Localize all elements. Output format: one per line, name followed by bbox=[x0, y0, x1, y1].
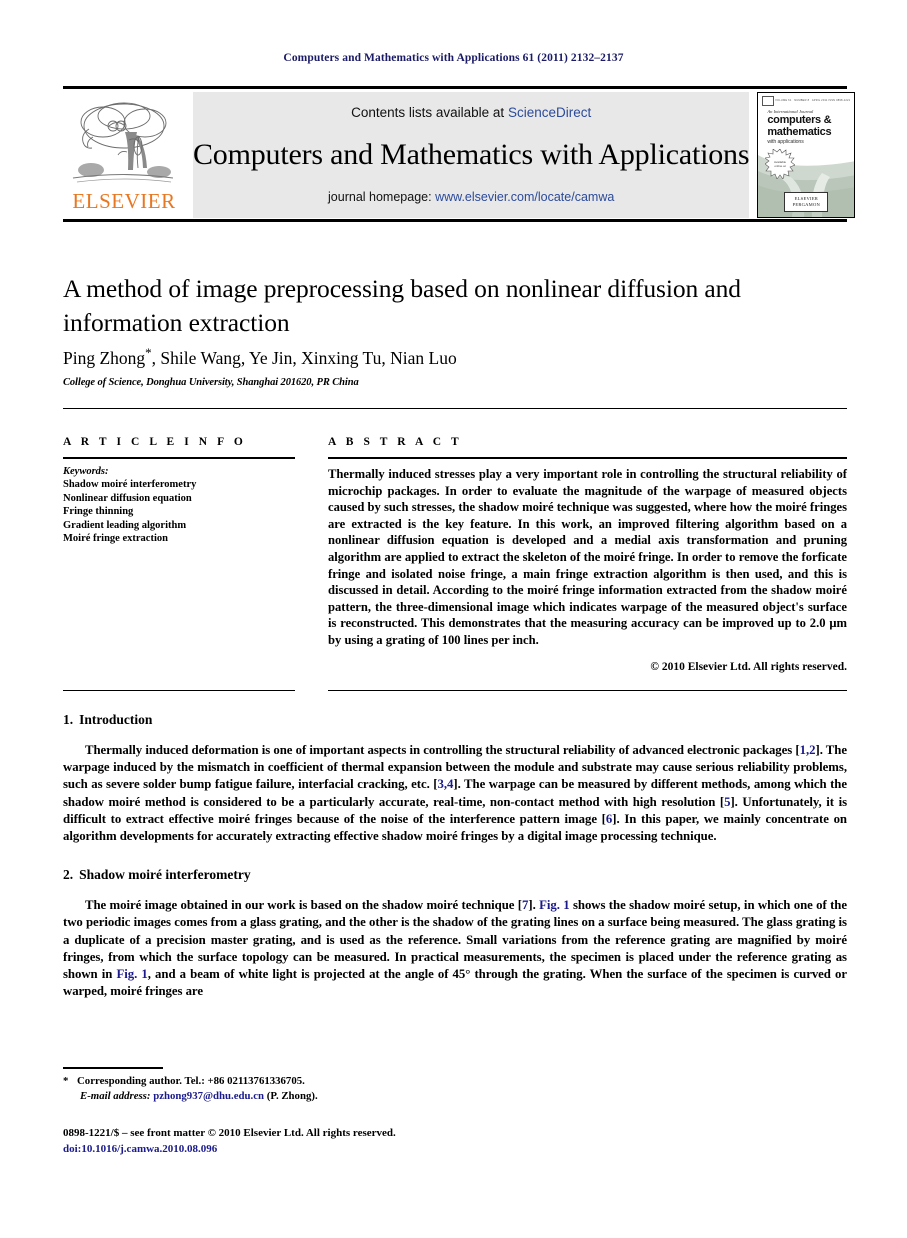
section-heading-1: 1. Introduction bbox=[63, 712, 847, 728]
keyword-item: Nonlinear diffusion equation bbox=[63, 492, 192, 504]
cover-imprint-line2: PERGAMON bbox=[792, 202, 821, 207]
contents-line: Contents lists available at ScienceDirec… bbox=[351, 105, 591, 120]
section-title: Shadow moiré interferometry bbox=[79, 867, 251, 883]
body-content: 1. Introduction Thermally induced deforma… bbox=[63, 712, 847, 1022]
sciencedirect-link[interactable]: ScienceDirect bbox=[508, 105, 591, 120]
citation-link[interactable]: 3,4 bbox=[438, 777, 454, 791]
cover-title-line1: computers & bbox=[767, 114, 832, 126]
paragraph: Thermally induced deformation is one of … bbox=[63, 742, 847, 845]
page-title: A method of image preprocessing based on… bbox=[63, 274, 741, 337]
article-info-rule bbox=[63, 457, 295, 459]
running-head: Computers and Mathematics with Applicati… bbox=[283, 52, 624, 64]
front-matter-line: 0898-1221/$ – see front matter © 2010 El… bbox=[63, 1127, 396, 1139]
journal-cover-thumbnail[interactable]: VOLUME 61 NUMBER 8 APRIL 2011 ISSN 0898-… bbox=[757, 92, 856, 218]
citation-link[interactable]: 1,2 bbox=[800, 743, 816, 757]
elsevier-tree-icon bbox=[72, 102, 174, 183]
cover-title-line2: mathematics bbox=[767, 126, 832, 138]
author-list: Ping Zhong*, Shile Wang, Ye Jin, Xinxing… bbox=[63, 346, 823, 369]
paragraph-text: ]. bbox=[528, 898, 540, 913]
svg-text:online at: online at bbox=[775, 164, 787, 168]
abstract-bottom-divider bbox=[328, 690, 847, 691]
doi-line[interactable]: doi:10.1016/j.camwa.2010.08.096 bbox=[63, 1142, 663, 1158]
imprint-block: 0898-1221/$ – see front matter © 2010 El… bbox=[63, 1126, 663, 1157]
elsevier-wordmark: ELSEVIER bbox=[72, 189, 176, 213]
article-info-column: A R T I C L E I N F O Keywords: Shadow m… bbox=[63, 436, 295, 546]
keyword-item: Gradient leading algorithm bbox=[63, 519, 187, 531]
journal-masthead: ELSEVIER Contents lists available at Sci… bbox=[63, 86, 856, 222]
affiliation: College of Science, Donghua University, … bbox=[63, 377, 359, 388]
abstract-column: A B S T R A C T Thermally induced stress… bbox=[328, 436, 847, 673]
email-link[interactable]: pzhong937@dhu.edu.cn bbox=[153, 1090, 264, 1102]
cover-issn-text: ISSN 0898-1221 bbox=[828, 99, 851, 102]
paragraph: The moiré image obtained in our work is … bbox=[63, 897, 847, 1000]
keyword-item: Shadow moiré interferometry bbox=[63, 479, 197, 490]
section-number: 2. bbox=[63, 867, 74, 883]
email-label: E-mail address: bbox=[80, 1090, 151, 1102]
abstract-copyright: © 2010 Elsevier Ltd. All rights reserved… bbox=[650, 660, 847, 673]
email-suffix: (P. Zhong). bbox=[266, 1090, 318, 1102]
homepage-prefix: journal homepage: bbox=[328, 190, 436, 204]
section-heading-2: 2. Shadow moiré interferometry bbox=[63, 867, 847, 883]
keyword-item: Moiré fringe extraction bbox=[63, 533, 168, 544]
elsevier-logo: ELSEVIER bbox=[63, 92, 185, 218]
article-info-bottom-divider bbox=[63, 690, 295, 691]
paper-page: Computers and Mathematics with Applicati… bbox=[0, 0, 907, 1238]
footnote-corresponding: * Corresponding author. Tel.: +86 0211376… bbox=[63, 1074, 563, 1089]
abstract-rule bbox=[328, 457, 847, 459]
citation-link[interactable]: Fig. 1 bbox=[116, 967, 147, 981]
journal-title: Computers and Mathematics with Applicati… bbox=[193, 138, 750, 171]
paragraph-text: Thermally induced deformation is one of … bbox=[85, 743, 800, 757]
footnote-corresponding-text: Corresponding author. Tel.: +86 02113761… bbox=[77, 1075, 305, 1087]
journal-homepage-link[interactable]: www.elsevier.com/locate/camwa bbox=[435, 190, 614, 204]
citation-link[interactable]: Fig. 1 bbox=[539, 898, 570, 912]
cover-starburst-badge: Available online at bbox=[765, 149, 796, 179]
abstract-heading: A B S T R A C T bbox=[328, 436, 463, 448]
footnote-email: E-mail address: pzhong937@dhu.edu.cn (P.… bbox=[63, 1089, 563, 1104]
footnote-block: * Corresponding author. Tel.: +86 0211376… bbox=[63, 1074, 563, 1104]
article-info-heading: A R T I C L E I N F O bbox=[63, 436, 247, 448]
keywords-heading: Keywords: bbox=[63, 466, 109, 477]
keyword-item: Fringe thinning bbox=[63, 506, 134, 517]
contents-prefix: Contents lists available at bbox=[351, 105, 508, 120]
authors-rest: , Shile Wang, Ye Jin, Xinxing Tu, Nian L… bbox=[151, 348, 457, 368]
footnote-divider bbox=[63, 1067, 163, 1069]
section-number: 1. bbox=[63, 712, 74, 727]
paragraph-text: , and a beam of white light is projected… bbox=[63, 967, 847, 999]
authors-text: Ping Zhong bbox=[63, 348, 146, 368]
journal-banner: Contents lists available at ScienceDirec… bbox=[193, 92, 750, 218]
cover-topbar: VOLUME 61 NUMBER 8 APRIL 2011 ISSN 0898-… bbox=[762, 95, 851, 106]
title-divider bbox=[63, 408, 847, 409]
homepage-line: journal homepage: www.elsevier.com/locat… bbox=[328, 190, 614, 204]
abstract-text: Thermally induced stresses play a very i… bbox=[328, 467, 847, 647]
section-title: Introduction bbox=[79, 712, 153, 727]
cover-logo-block bbox=[762, 95, 775, 106]
footnote-marker: * bbox=[63, 1075, 69, 1087]
cover-volume-text: VOLUME 61 NUMBER 8 APRIL 2011 bbox=[775, 99, 828, 102]
cover-publisher-mark: ELSEVIER PERGAMON bbox=[784, 192, 829, 212]
paragraph-text: The moiré image obtained in our work is … bbox=[85, 898, 522, 913]
